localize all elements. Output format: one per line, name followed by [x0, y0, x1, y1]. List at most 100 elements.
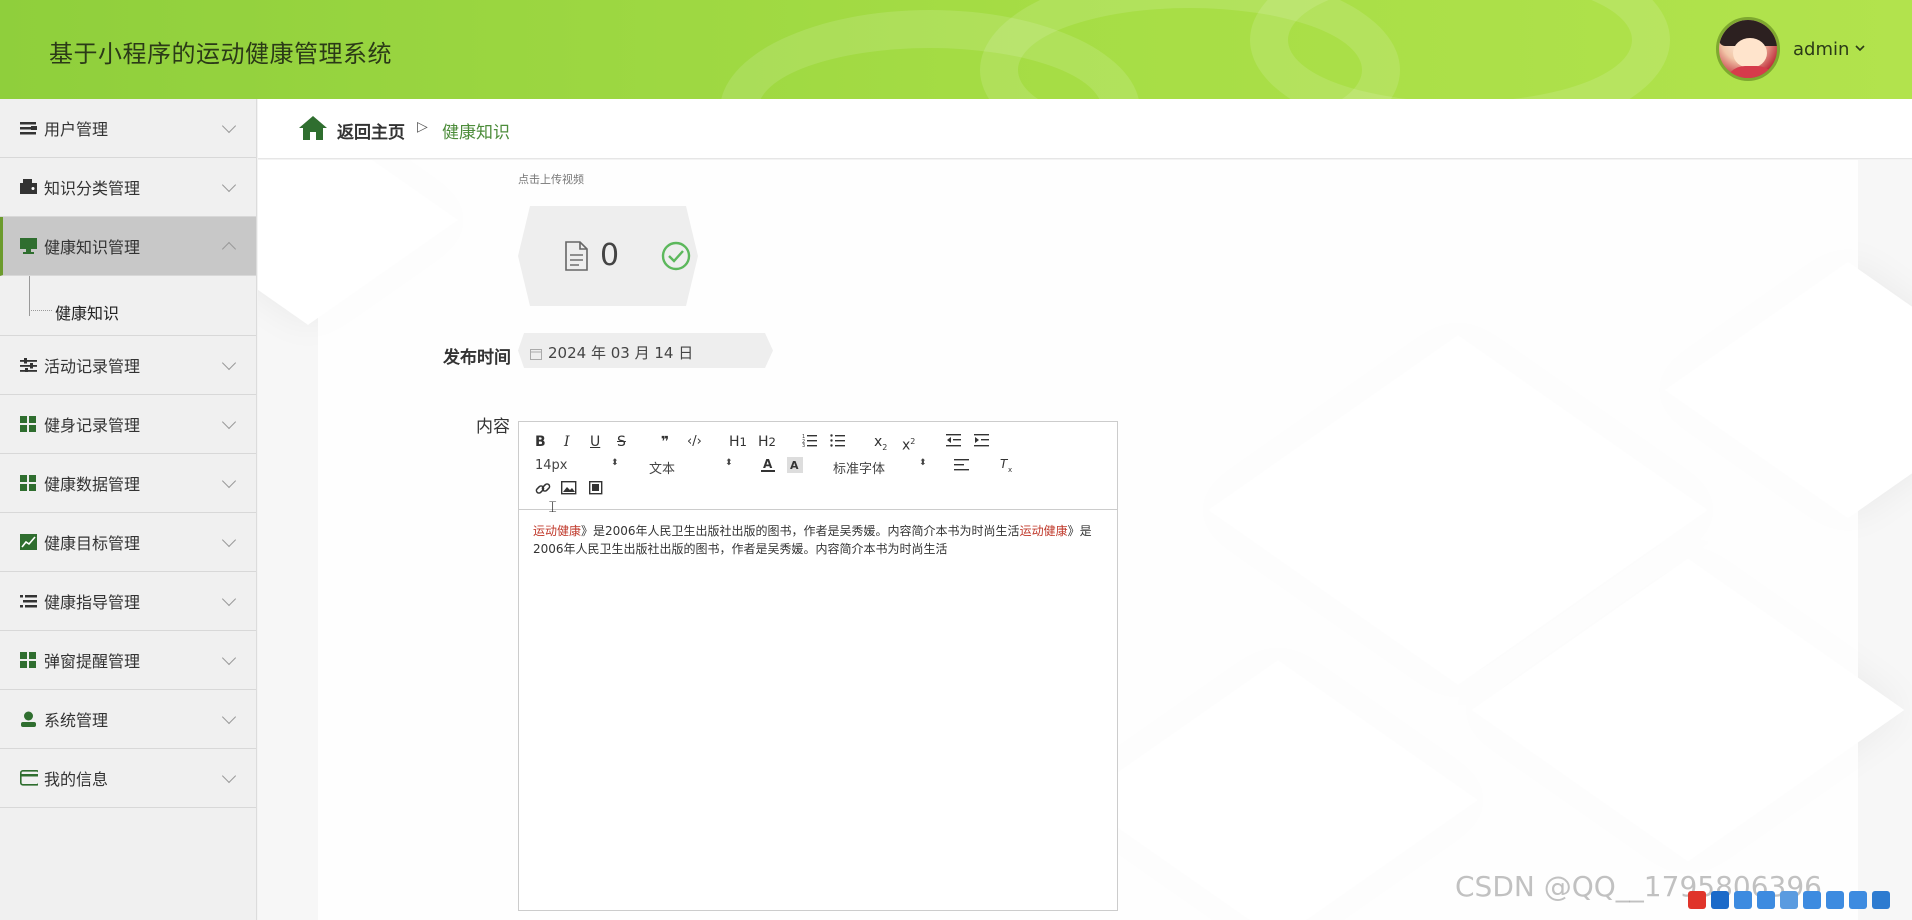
svg-text:3: 3 — [802, 443, 805, 447]
heading1-button[interactable]: H1 — [729, 434, 747, 450]
bullet-list-icon[interactable] — [830, 433, 846, 451]
sidebar-item-label: 健康指导管理 — [44, 593, 141, 612]
video-icon[interactable] — [588, 480, 603, 499]
chevron-down-icon — [221, 118, 237, 134]
tray-icon[interactable] — [1849, 891, 1867, 909]
heading2-button[interactable]: H2 — [758, 434, 776, 450]
indent-icon[interactable] — [974, 433, 990, 451]
text-cursor-icon: 𝙸 — [547, 497, 559, 516]
list-icon — [20, 119, 38, 137]
strike-button[interactable]: S — [617, 434, 626, 450]
breadcrumb: 返回主页 ▷ 健康知识 — [258, 99, 1912, 159]
chevron-down-icon — [221, 414, 237, 430]
tree-line — [29, 310, 52, 311]
ordered-list-icon[interactable]: 123 — [802, 433, 818, 451]
content-highlight: 运动健康 — [533, 524, 582, 538]
underline-button[interactable]: U — [590, 434, 600, 450]
top-header: 基于小程序的运动健康管理系统 admin — [0, 0, 1912, 99]
content-highlight: 运动健康 — [1019, 524, 1068, 538]
breadcrumb-separator: ▷ — [417, 119, 428, 135]
sidebar-item-health-guidance[interactable]: 健康指导管理 — [0, 572, 256, 631]
tray-icon[interactable] — [1803, 891, 1821, 909]
subscript-button[interactable]: x2 — [874, 434, 887, 456]
sidebar-item-label: 活动记录管理 — [44, 357, 141, 376]
avatar[interactable] — [1716, 17, 1780, 81]
sidebar-subitem-health-knowledge[interactable]: 健康知识 — [0, 276, 256, 336]
image-icon[interactable] — [560, 480, 577, 499]
sidebar-item-fitness-records[interactable]: 健身记录管理 — [0, 395, 256, 454]
chevron-down-icon — [221, 473, 237, 489]
chart-icon — [20, 533, 38, 551]
superscript-button[interactable]: x2 — [902, 434, 915, 454]
align-icon[interactable] — [954, 458, 970, 476]
sidebar-item-label: 健康目标管理 — [44, 534, 141, 553]
outdent-icon[interactable] — [946, 433, 962, 451]
sidebar-item-label: 我的信息 — [44, 770, 109, 789]
input-method-icon[interactable] — [1688, 891, 1706, 909]
mic-icon[interactable] — [1757, 891, 1775, 909]
calendar-icon — [530, 345, 542, 360]
file-count: 0 — [600, 238, 620, 273]
editor-content[interactable]: 运动健康》是2006年人民卫生出版社出版的图书，作者是吴秀媛。内容简介本书为时尚… — [533, 522, 1103, 558]
tray-icon[interactable] — [1872, 891, 1890, 909]
sidebar-item-system[interactable]: 系统管理 — [0, 690, 256, 749]
italic-button[interactable]: I — [564, 434, 570, 450]
chevron-down-icon — [221, 532, 237, 548]
chevron-down-icon — [221, 355, 237, 371]
sidebar-item-health-knowledge[interactable]: 健康知识管理 — [0, 217, 256, 276]
breadcrumb-home-link[interactable]: 返回主页 — [337, 118, 405, 143]
chevron-down-icon[interactable] — [1855, 41, 1865, 55]
card-icon — [20, 769, 38, 787]
sidebar-item-label: 系统管理 — [44, 711, 109, 730]
bold-button[interactable]: B — [535, 434, 546, 450]
sidebar-item-my-info[interactable]: 我的信息 — [0, 749, 256, 808]
sidebar-item-activity-records[interactable]: 活动记录管理 — [0, 336, 256, 395]
chevron-down-icon — [221, 709, 237, 725]
user-menu-name[interactable]: admin — [1793, 39, 1849, 60]
svg-text:A: A — [763, 457, 773, 471]
sidebar-item-label: 健康数据管理 — [44, 475, 141, 494]
chevron-down-icon — [221, 177, 237, 193]
chevron-down-icon — [221, 650, 237, 666]
svg-text:A: A — [790, 459, 799, 472]
tray-icon[interactable] — [1780, 891, 1798, 909]
publish-time-value[interactable]: 2024 年 03 月 14 日 — [548, 342, 693, 363]
code-block-button[interactable]: ‹/› — [687, 434, 702, 450]
tray-icon[interactable] — [1734, 891, 1752, 909]
select-arrows-icon: ⬍ — [725, 458, 733, 468]
blockquote-button[interactable]: ❞ — [661, 434, 669, 450]
file-icon — [563, 241, 589, 271]
font-size-select[interactable]: 14px — [535, 458, 568, 473]
rich-text-editor[interactable]: B I U S ❞ ‹/› H1 H2 123 x2 x2 14px ⬍ 文本 … — [518, 421, 1118, 911]
font-color-icon[interactable]: A — [761, 457, 775, 477]
list-icon — [20, 592, 38, 610]
wallet-icon — [20, 178, 38, 196]
background-color-icon[interactable]: A — [787, 457, 803, 477]
block-type-select[interactable]: 文本 — [649, 458, 675, 477]
clear-format-icon[interactable]: Tx — [999, 457, 1015, 477]
user-icon — [20, 710, 38, 728]
sidebar: 用户管理 知识分类管理 健康知识管理 健康知识 活动记录管理 健身记录管理 健康… — [0, 99, 257, 920]
sidebar-item-health-goals[interactable]: 健康目标管理 — [0, 513, 256, 572]
sidebar-item-label: 知识分类管理 — [44, 179, 141, 198]
home-icon[interactable] — [298, 115, 328, 141]
sidebar-item-users[interactable]: 用户管理 — [0, 99, 256, 158]
upload-video-hint[interactable]: 点击上传视频 — [518, 171, 584, 187]
language-icon[interactable] — [1711, 891, 1729, 909]
sidebar-item-knowledge-category[interactable]: 知识分类管理 — [0, 158, 256, 217]
sidebar-item-label: 健身记录管理 — [44, 416, 141, 435]
font-family-select[interactable]: 标准字体 — [833, 458, 885, 477]
tray-icon[interactable] — [1826, 891, 1844, 909]
sidebar-item-health-data[interactable]: 健康数据管理 — [0, 454, 256, 513]
chevron-down-icon — [221, 768, 237, 784]
app-title: 基于小程序的运动健康管理系统 — [49, 40, 392, 68]
select-arrows-icon: ⬍ — [919, 458, 927, 468]
sidebar-item-label: 弹窗提醒管理 — [44, 652, 141, 671]
grid-icon — [20, 474, 38, 492]
sidebar-item-label: 健康知识管理 — [44, 238, 141, 257]
header-decoration — [1250, 0, 1670, 99]
sidebar-item-popup-reminders[interactable]: 弹窗提醒管理 — [0, 631, 256, 690]
grid-icon — [20, 651, 38, 669]
grid-icon — [20, 415, 38, 433]
chevron-up-icon — [221, 241, 237, 257]
